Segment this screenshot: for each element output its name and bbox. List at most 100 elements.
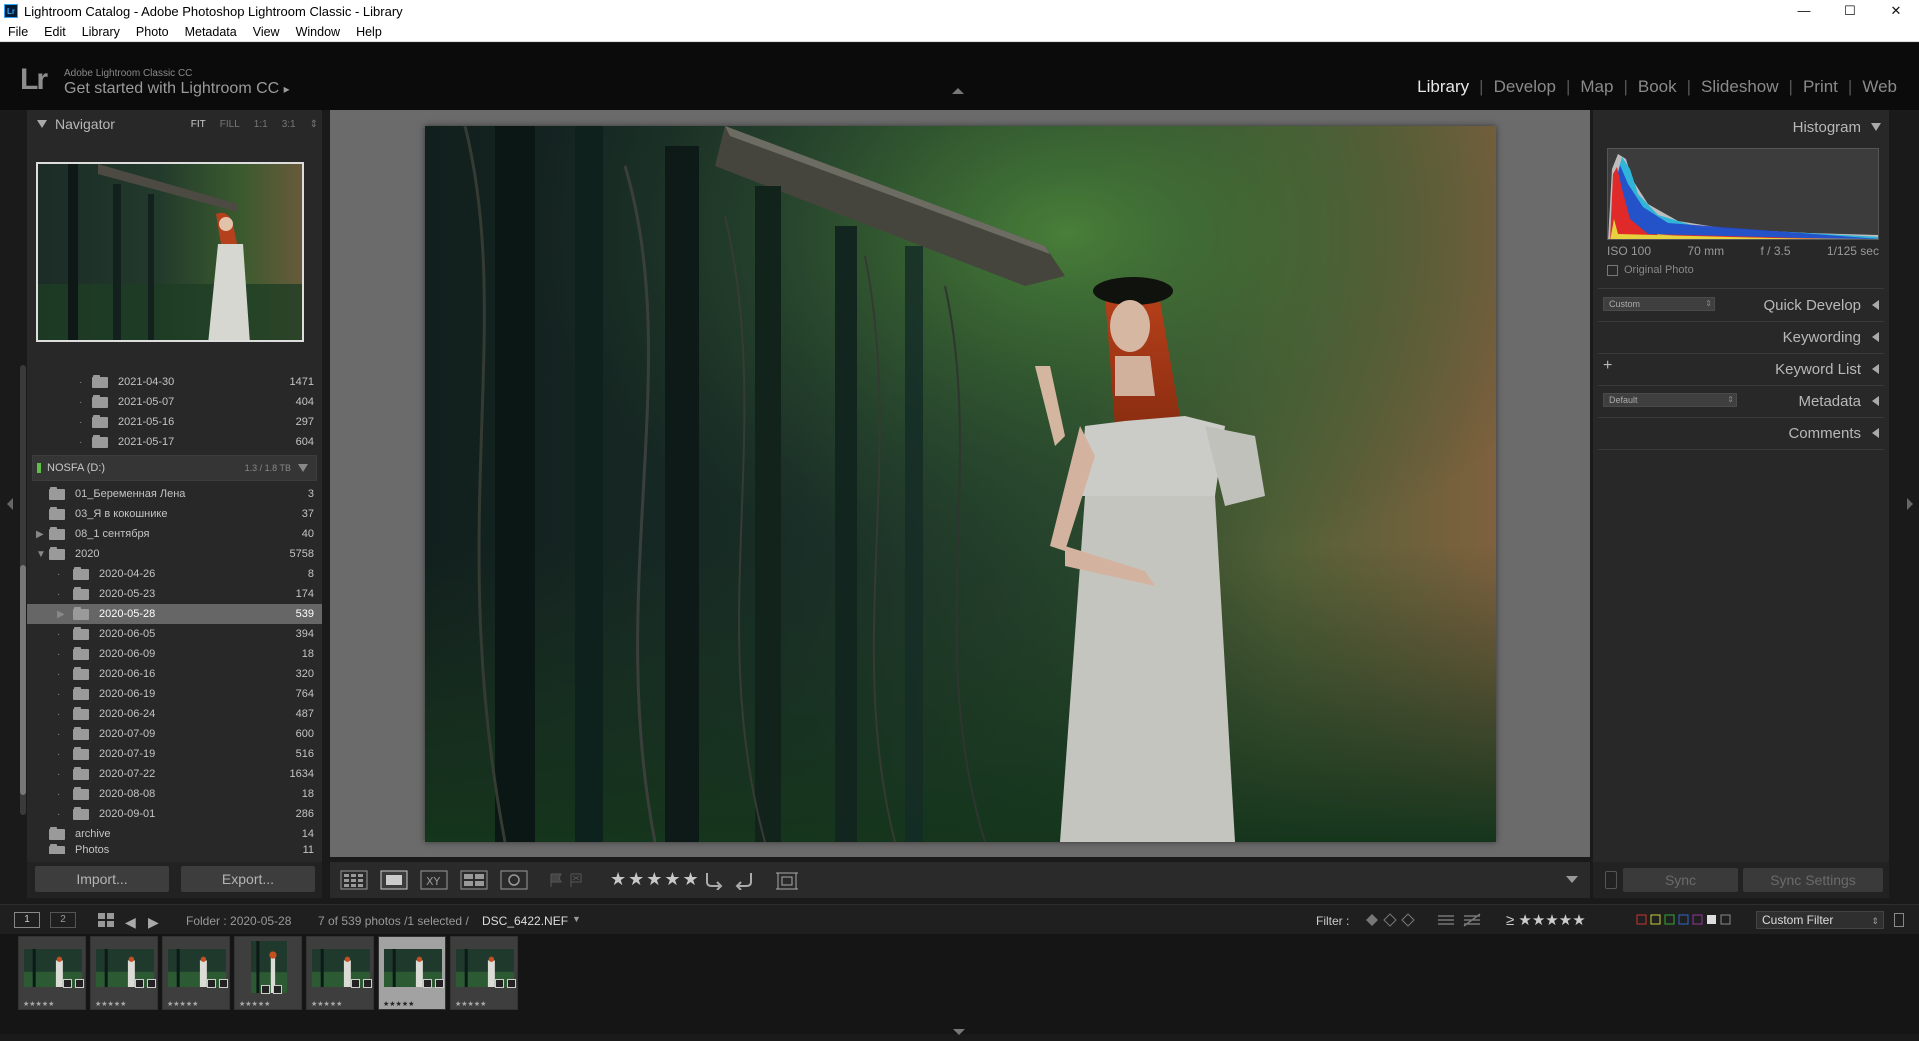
menu-file[interactable]: File	[0, 25, 36, 39]
folder-row[interactable]: · 2020-07-19 516	[27, 744, 322, 764]
folder-row[interactable]: Photos 11	[27, 844, 322, 854]
back-arrow-icon[interactable]: ◀	[125, 914, 136, 931]
folder-row[interactable]: 03_Я в кокошнике 37	[27, 504, 322, 524]
folder-expand-icon[interactable]: ·	[57, 649, 60, 660]
folder-expand-icon[interactable]: ·	[79, 417, 82, 428]
folder-row[interactable]: · 2021-05-17 604	[27, 432, 322, 452]
folder-row[interactable]: · 2020-09-01 286	[27, 804, 322, 824]
folder-expand-icon[interactable]: ▶	[36, 529, 44, 540]
people-view-icon[interactable]	[500, 870, 528, 890]
flag-filter-icons[interactable]	[1364, 912, 1416, 928]
original-photo-toggle[interactable]: Original Photo	[1607, 264, 1694, 276]
custom-filter-select[interactable]: Custom Filter ⇕	[1756, 911, 1884, 929]
original-photo-checkbox[interactable]	[1607, 264, 1618, 276]
top-panel-toggle-icon[interactable]	[952, 88, 964, 94]
navigator-header[interactable]: Navigator FIT FILL 1:1 3:1 ⇕	[27, 110, 322, 138]
edit-status-filter-icons[interactable]	[1436, 912, 1484, 928]
left-panel-scrollbar[interactable]	[20, 365, 26, 815]
folder-expand-icon[interactable]: ·	[79, 397, 82, 408]
menu-window[interactable]: Window	[288, 25, 348, 39]
histogram-chart[interactable]	[1607, 148, 1879, 240]
folder-expand-icon[interactable]: ·	[79, 377, 82, 388]
quick-develop-header[interactable]: Quick Develop	[1593, 290, 1889, 320]
selected-filename[interactable]: DSC_6422.NEF	[482, 914, 568, 928]
folder-expand-icon[interactable]: ·	[57, 769, 60, 780]
expand-triangle-icon[interactable]	[1872, 396, 1879, 406]
zoom-arrows-icon[interactable]: ⇕	[310, 119, 318, 130]
zoom-fill[interactable]: FILL	[220, 119, 240, 130]
folder-row[interactable]: archive 14	[27, 824, 322, 844]
volume-header[interactable]: NOSFA (D:) 1.3 / 1.8 TB	[32, 455, 317, 481]
star-rating[interactable]: ★★★★★	[610, 869, 701, 889]
filmstrip-thumbnail[interactable]: ★★★★★	[234, 936, 302, 1010]
menu-edit[interactable]: Edit	[36, 25, 74, 39]
rotate-right-icon[interactable]	[732, 870, 756, 890]
histogram-header[interactable]: Histogram	[1593, 112, 1889, 142]
loupe-view-icon[interactable]	[380, 870, 408, 890]
folder-collapse-icon[interactable]: ▼	[36, 549, 46, 560]
export-button[interactable]: Export...	[181, 866, 315, 892]
keywording-header[interactable]: Keywording	[1593, 322, 1889, 352]
comments-header[interactable]: Comments	[1593, 418, 1889, 448]
module-book[interactable]: Book	[1628, 77, 1687, 97]
zoom-1-1[interactable]: 1:1	[254, 119, 268, 130]
menu-photo[interactable]: Photo	[128, 25, 177, 39]
forward-arrow-icon[interactable]: ▶	[148, 914, 159, 931]
folder-expand-icon[interactable]: ·	[57, 629, 60, 640]
folder-row[interactable]: · 2021-05-07 404	[27, 392, 322, 412]
folder-expand-icon[interactable]: ·	[57, 689, 60, 700]
folder-row[interactable]: · 2020-08-08 18	[27, 784, 322, 804]
filter-lock-icon[interactable]	[1894, 913, 1904, 927]
filmstrip-thumbnail[interactable]: ★★★★★	[90, 936, 158, 1010]
folder-row[interactable]: · 2020-04-26 8	[27, 564, 322, 584]
folder-row[interactable]: · 2020-06-19 764	[27, 684, 322, 704]
module-slideshow[interactable]: Slideshow	[1691, 77, 1789, 97]
collapse-triangle-icon[interactable]	[37, 120, 47, 128]
keyword-list-header[interactable]: Keyword List	[1593, 354, 1889, 384]
rating-filter[interactable]: ≥ ★★★★★	[1506, 911, 1586, 929]
rotate-left-icon[interactable]	[702, 870, 726, 890]
bottom-panel-toggle-icon[interactable]	[953, 1029, 965, 1035]
main-window-button[interactable]: 1	[14, 912, 40, 928]
folder-expand-icon[interactable]: ·	[57, 589, 60, 600]
expand-triangle-icon[interactable]	[1872, 364, 1879, 374]
folder-expand-icon[interactable]: ·	[57, 749, 60, 760]
menu-view[interactable]: View	[245, 25, 288, 39]
filmstrip-thumbnail[interactable]: ★★★★★	[162, 936, 230, 1010]
folder-row[interactable]: · 2021-04-30 1471	[27, 372, 322, 392]
navigator-preview[interactable]	[36, 162, 304, 342]
folder-expand-icon[interactable]: ·	[57, 809, 60, 820]
sync-button[interactable]: Sync	[1623, 868, 1738, 892]
folder-expand-icon[interactable]: ·	[57, 569, 60, 580]
folder-expand-icon[interactable]: ·	[57, 709, 60, 720]
main-photo[interactable]	[425, 126, 1496, 842]
folder-row[interactable]: · 2020-05-23 174	[27, 584, 322, 604]
grid-view-icon[interactable]	[98, 913, 114, 927]
left-panel-scrollbar-thumb[interactable]	[20, 565, 26, 795]
zoom-3-1[interactable]: 3:1	[282, 119, 296, 130]
get-started-link[interactable]: Get started with Lightroom CC ▸	[64, 80, 290, 98]
close-button[interactable]: ✕	[1873, 0, 1919, 22]
folder-row[interactable]: · 2020-07-22 1634	[27, 764, 322, 784]
expand-triangle-icon[interactable]	[1872, 300, 1879, 310]
module-library[interactable]: Library	[1407, 77, 1479, 97]
filename-dropdown-icon[interactable]: ▼	[572, 914, 581, 924]
minimize-button[interactable]: —	[1781, 0, 1827, 22]
metadata-header[interactable]: Metadata	[1593, 386, 1889, 416]
folder-expand-icon[interactable]: ·	[57, 669, 60, 680]
folder-expand-icon[interactable]: ·	[79, 437, 82, 448]
filmstrip[interactable]: ★★★★★ ★★★★★ ★★★★★ ★★★★★ ★★★★★ ★★★★★ ★★★★★	[0, 934, 1919, 1034]
filmstrip-thumbnail[interactable]: ★★★★★	[450, 936, 518, 1010]
folder-row[interactable]: · 2021-05-16 297	[27, 412, 322, 432]
folder-row[interactable]: 01_Беременная Лена 3	[27, 484, 322, 504]
module-map[interactable]: Map	[1570, 77, 1623, 97]
folder-row[interactable]: · 2020-06-24 487	[27, 704, 322, 724]
folder-row[interactable]: ▼ 2020 5758	[27, 544, 322, 564]
folder-row[interactable]: ▶ 2020-05-28 539	[27, 604, 322, 624]
expand-triangle-icon[interactable]	[1872, 332, 1879, 342]
maximize-button[interactable]: ☐	[1827, 0, 1873, 22]
folder-expand-icon[interactable]: ·	[57, 789, 60, 800]
folder-row[interactable]: · 2020-06-16 320	[27, 664, 322, 684]
crop-overlay-icon[interactable]	[775, 870, 799, 890]
left-panel-toggle-icon[interactable]	[7, 498, 13, 510]
